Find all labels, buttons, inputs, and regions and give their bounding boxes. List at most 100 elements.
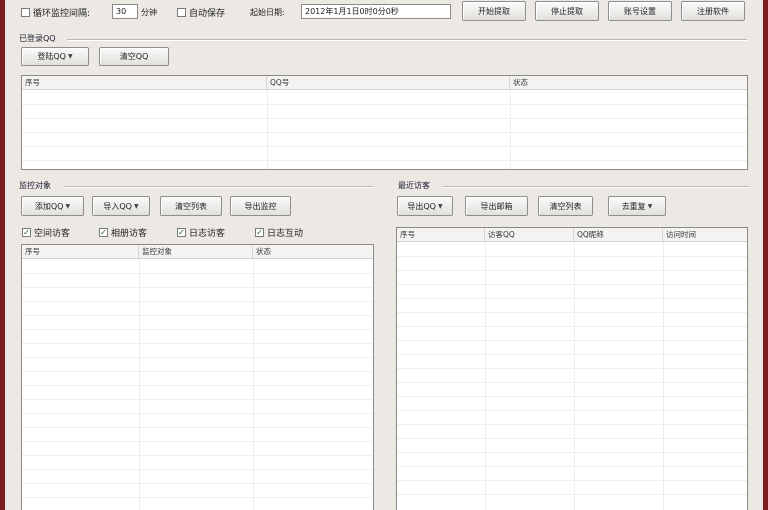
check-icon[interactable]: ✓ [22,228,31,237]
add-qq-button[interactable]: 添加QQ ▼ [21,196,84,216]
album-visitor-checkbox[interactable]: ✓ 相册访客 [99,226,147,239]
space-visitor-checkbox[interactable]: ✓ 空间访客 [22,226,70,239]
chevron-down-icon: ▼ [133,202,139,210]
visitors-clear-list-button[interactable]: 清空列表 [538,196,593,216]
grid-line [22,371,373,372]
check-icon[interactable]: ✓ [99,228,108,237]
grid-line [397,326,747,327]
auto-save-label: 自动保存 [189,9,226,19]
account-settings-button[interactable]: 账号设置 [608,1,672,21]
monitor-list[interactable]: 序号 监控对象 状态 [21,244,374,510]
column-header-index[interactable]: 序号 [397,228,485,241]
start-date-input[interactable]: 2012年1月1日0时0分0秒 [301,4,451,19]
grid-line [397,396,747,397]
visitors-list[interactable]: 序号 访客QQ QQ昵称 访问时间 [396,227,748,510]
grid-line [397,480,747,481]
add-qq-button-label: 添加QQ [34,201,64,211]
export-monitor-button[interactable]: 导出监控 [230,196,291,216]
column-header-status[interactable]: 状态 [510,76,747,89]
logged-qq-divider [67,39,747,41]
grid-line [22,483,373,484]
login-qq-button[interactable]: 登陆QQ ▼ [21,47,89,66]
grid-line [22,455,373,456]
chevron-down-icon: ▼ [65,202,71,210]
stop-extract-button[interactable]: 停止提取 [535,1,599,21]
import-qq-button[interactable]: 导入QQ ▼ [92,196,150,216]
grid-line [22,469,373,470]
grid-line [397,270,747,271]
grid-line [22,385,373,386]
grid-line [22,146,747,147]
check-icon[interactable]: ✓ [177,228,186,237]
auto-save-checkbox-box[interactable] [177,8,186,17]
grid-line [397,312,747,313]
interval-unit: 分钟 [141,8,157,17]
logged-qq-list-header: 序号 QQ号 状态 [22,76,747,90]
column-header-status[interactable]: 状态 [253,245,373,258]
column-header-index[interactable]: 序号 [22,245,139,258]
grid-line [397,298,747,299]
grid-line [22,273,373,274]
column-header-qq-number[interactable]: QQ号 [267,76,510,89]
grid-line [397,256,747,257]
grid-line [22,399,373,400]
logged-qq-group-label: 已登录QQ [19,34,56,43]
register-software-button[interactable]: 注册软件 [681,1,745,21]
loop-monitor-checkbox-box[interactable] [21,8,30,17]
logged-qq-list[interactable]: 序号 QQ号 状态 [21,75,748,170]
auto-save-checkbox[interactable]: 自动保存 [177,6,225,19]
grid-line [574,242,575,510]
check-icon[interactable]: ✓ [255,228,264,237]
loop-monitor-label: 循环监控间隔: [33,9,91,19]
grid-line [397,438,747,439]
grid-line [22,357,373,358]
monitor-list-body [22,259,373,510]
column-header-qq-nickname[interactable]: QQ昵称 [574,228,663,241]
visitors-list-header: 序号 访客QQ QQ昵称 访问时间 [397,228,747,242]
grid-line [22,132,747,133]
album-visitor-label: 相册访客 [111,229,148,239]
grid-line [22,104,747,105]
grid-line [397,452,747,453]
column-header-visit-time[interactable]: 访问时间 [663,228,747,241]
grid-line [663,242,664,510]
dedupe-button-label: 去重复 [621,201,646,211]
clear-qq-button[interactable]: 清空QQ [99,47,169,66]
start-date-label: 起始日期: [250,8,285,17]
grid-line [397,368,747,369]
grid-line [22,315,373,316]
grid-line [22,413,373,414]
monitor-group-label: 监控对象 [19,181,51,190]
monitor-clear-list-button[interactable]: 清空列表 [160,196,222,216]
grid-line [397,424,747,425]
grid-line [22,160,747,161]
grid-line [267,90,268,169]
blog-interaction-checkbox[interactable]: ✓ 日志互动 [255,226,303,239]
loop-monitor-checkbox[interactable]: 循环监控间隔: [21,6,90,19]
import-qq-button-label: 导入QQ [103,201,132,211]
visitors-group-label: 最近访客 [398,181,430,190]
chevron-down-icon: ▼ [437,202,443,210]
grid-line [22,497,373,498]
grid-line [22,118,747,119]
export-email-button[interactable]: 导出邮箱 [465,196,528,216]
space-visitor-label: 空间访客 [34,229,71,239]
export-visitor-qq-button[interactable]: 导出QQ ▼ [397,196,453,216]
start-extract-button[interactable]: 开始提取 [462,1,526,21]
column-header-index[interactable]: 序号 [22,76,267,89]
blog-visitor-checkbox[interactable]: ✓ 日志访客 [177,226,225,239]
grid-line [510,90,511,169]
grid-line [22,427,373,428]
dedupe-button[interactable]: 去重复 ▼ [608,196,666,216]
grid-line [397,354,747,355]
logged-qq-list-body [22,90,747,169]
grid-line [397,466,747,467]
visitors-list-body [397,242,747,510]
grid-line [397,340,747,341]
grid-line [397,410,747,411]
interval-input[interactable]: 30 [112,4,138,19]
column-header-visitor-qq[interactable]: 访客QQ [485,228,574,241]
monitor-list-header: 序号 监控对象 状态 [22,245,373,259]
column-header-monitor-target[interactable]: 监控对象 [139,245,253,258]
blog-visitor-label: 日志访客 [189,229,226,239]
